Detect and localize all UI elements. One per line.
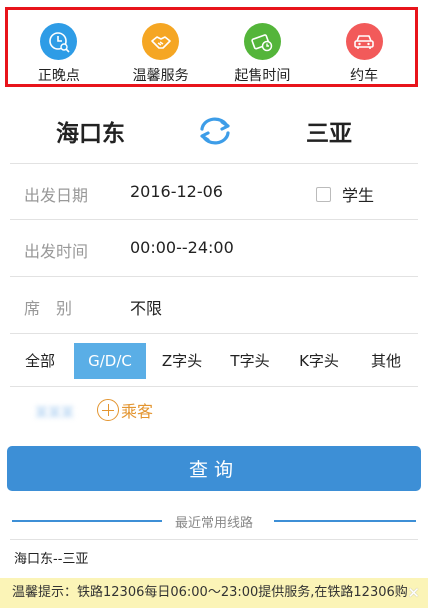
train-type-t[interactable]: T字头	[218, 343, 282, 379]
divider	[10, 539, 418, 540]
recent-route-item[interactable]: 海口东--三亚	[14, 548, 88, 567]
train-type-z[interactable]: Z字头	[150, 343, 214, 379]
seat-label: 席 别	[24, 299, 73, 318]
station-selector: 海口东 三亚	[0, 106, 428, 154]
notice-bar: 温馨提示：铁路12306每日06:00～23:00提供服务,在铁路12306购 …	[0, 578, 428, 608]
swap-arrows-icon[interactable]	[196, 116, 234, 146]
quick-link-label: 温馨服务	[132, 68, 189, 84]
query-button[interactable]: 查询	[7, 446, 421, 491]
car-icon	[345, 23, 383, 60]
quick-link-car[interactable]: 约车	[316, 23, 412, 85]
clock-search-icon	[40, 23, 78, 60]
plus-icon	[97, 399, 119, 421]
time-value[interactable]: 00:00--24:00	[130, 238, 234, 257]
train-type-all[interactable]: 全部	[10, 343, 70, 379]
notice-text: 温馨提示：铁路12306每日06:00～23:00提供服务,在铁路12306购	[12, 585, 408, 600]
quick-link-delay[interactable]: 正晚点	[11, 23, 107, 85]
divider	[10, 333, 418, 334]
student-checkbox[interactable]	[316, 186, 331, 202]
quick-link-label: 起售时间	[234, 68, 291, 84]
time-label: 出发时间	[24, 242, 89, 261]
date-value[interactable]: 2016-12-06	[130, 182, 223, 201]
student-option[interactable]: 学生	[316, 182, 374, 206]
train-type-filter: 全部 G/D/C Z字头 T字头 K字头 其他	[10, 343, 418, 379]
divider	[10, 386, 418, 387]
handshake-icon	[142, 23, 180, 60]
train-type-k[interactable]: K字头	[286, 343, 352, 379]
train-type-other[interactable]: 其他	[356, 343, 416, 379]
seat-value[interactable]: 不限	[130, 295, 162, 319]
quick-link-label: 正晚点	[37, 68, 80, 84]
add-passenger-label: 乘客	[121, 402, 154, 421]
add-passenger-button[interactable]: 乘客	[97, 398, 153, 422]
divider	[10, 219, 418, 220]
quick-link-sale-time[interactable]: 起售时间	[214, 23, 310, 85]
divider-line	[274, 520, 416, 522]
student-label: 学生	[342, 186, 375, 205]
from-station[interactable]: 海口东	[56, 114, 125, 148]
close-icon[interactable]: ✕	[407, 578, 420, 608]
quick-link-label: 约车	[350, 68, 379, 84]
quick-link-service[interactable]: 温馨服务	[113, 23, 209, 85]
quick-links-bar: 正晚点 温馨服务 起售时间 约车	[5, 7, 418, 87]
divider	[10, 163, 418, 164]
ticket-clock-icon	[243, 23, 281, 60]
passenger-name[interactable]: 某某某	[35, 402, 74, 421]
to-station[interactable]: 三亚	[306, 114, 352, 148]
date-label: 出发日期	[24, 186, 89, 205]
train-type-gdc[interactable]: G/D/C	[74, 343, 146, 379]
divider	[10, 276, 418, 277]
